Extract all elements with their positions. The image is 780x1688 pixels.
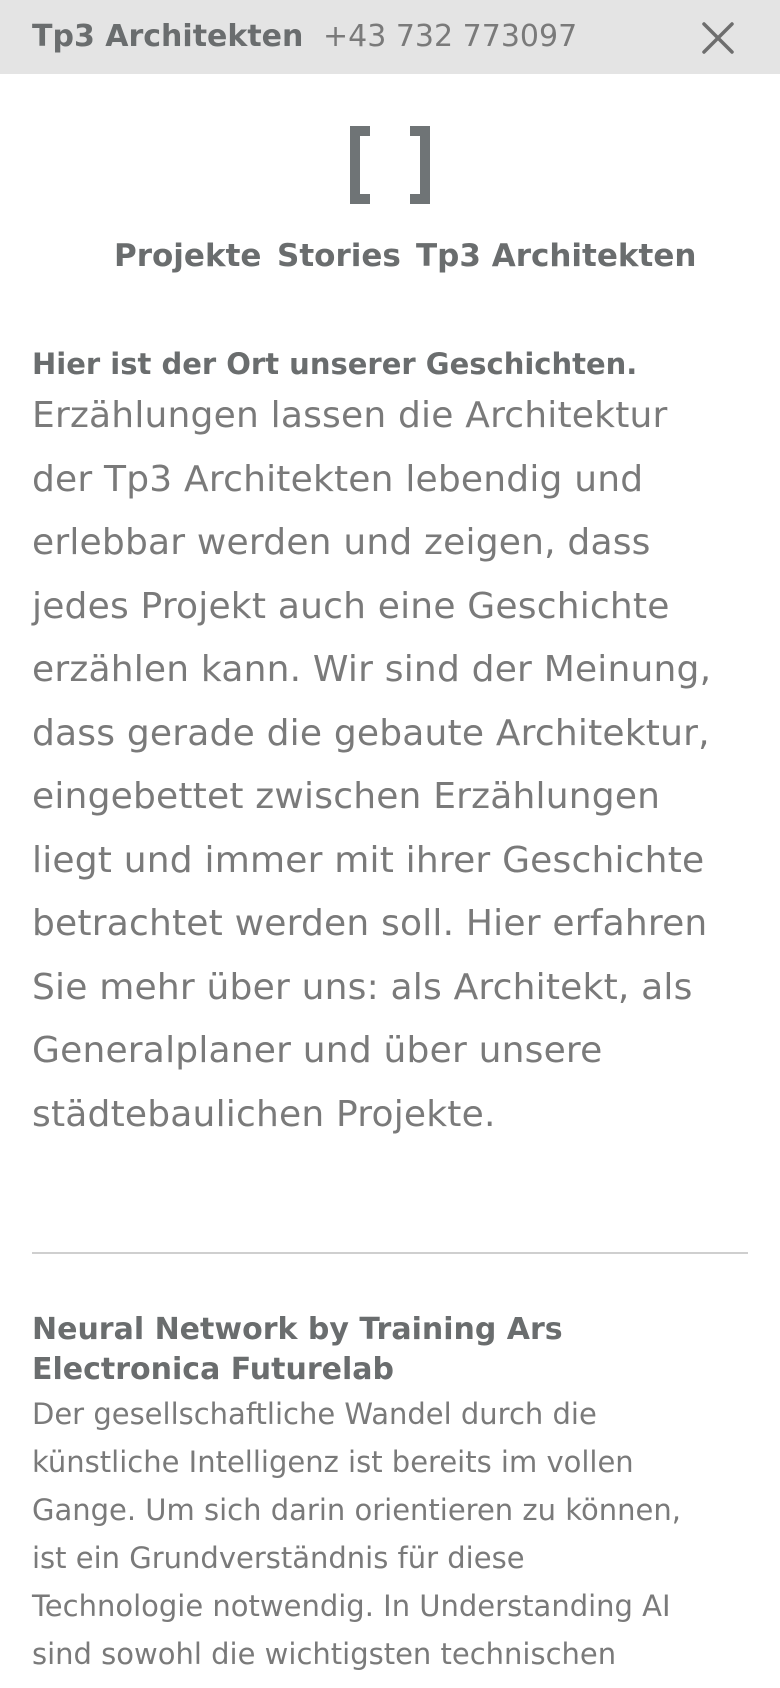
close-icon [702, 22, 734, 54]
intro-line: städtebaulichen Projekte. [32, 1093, 496, 1135]
intro-text: Erzählungen lassen die Architektur der T… [32, 384, 762, 1146]
intro-line: Sie mehr über uns: als Architekt, als [32, 966, 693, 1008]
story-line: Technologie notwendig. In Understanding … [32, 1589, 671, 1623]
story-title[interactable]: Neural Network by Training Ars Electroni… [32, 1310, 732, 1390]
close-button[interactable] [698, 18, 738, 58]
intro-line: dass gerade die gebaute Architektur, [32, 712, 710, 754]
story-line: Der gesellschaftliche Wandel durch die [32, 1397, 597, 1431]
story-line: sind sowohl die wichtigsten technischen [32, 1637, 617, 1671]
intro-line: der Tp3 Architekten lebendig und [32, 458, 644, 500]
nav-item-projekte[interactable]: Projekte [114, 234, 261, 278]
intro-line: liegt und immer mit ihrer Geschichte [32, 839, 705, 881]
main-nav: Projekte Stories Tp3 Architekten [0, 234, 780, 278]
phone-number[interactable]: +43 732 773097 [323, 19, 577, 55]
intro-line: Erzählungen lassen die Architektur [32, 395, 668, 436]
nav-item-tp3-architekten[interactable]: Tp3 Architekten [416, 234, 696, 278]
intro-line: erlebbar werden und zeigen, dass [32, 522, 651, 563]
story-line: künstliche Intelligenz ist bereits im vo… [32, 1445, 634, 1479]
top-bar: Tp3 Architekten +43 732 773097 [0, 0, 780, 74]
nav-item-stories[interactable]: Stories [277, 234, 401, 278]
intro-heading: Hier ist der Ort unserer Geschichten. [32, 347, 638, 381]
intro-line: eingebettet zwischen Erzählungen [32, 776, 661, 817]
section-divider [32, 1252, 748, 1254]
brackets-logo[interactable] [345, 124, 435, 210]
story-line: ist ein Grundverständnis für diese [32, 1541, 525, 1575]
logo-icon [350, 126, 430, 204]
intro-line: betrachtet werden soll. Hier erfahren [32, 903, 708, 944]
intro-line: erzählen kann. Wir sind der Meinung, [32, 649, 712, 690]
story-excerpt: Der gesellschaftliche Wandel durch die k… [32, 1390, 748, 1678]
intro-line: jedes Projekt auch eine Geschichte [32, 585, 670, 627]
intro-line: Generalplaner und über unsere [32, 1030, 603, 1071]
brand-name[interactable]: Tp3 Architekten [32, 19, 303, 55]
story-line: Gange. Um sich darin orientieren zu könn… [32, 1493, 681, 1527]
